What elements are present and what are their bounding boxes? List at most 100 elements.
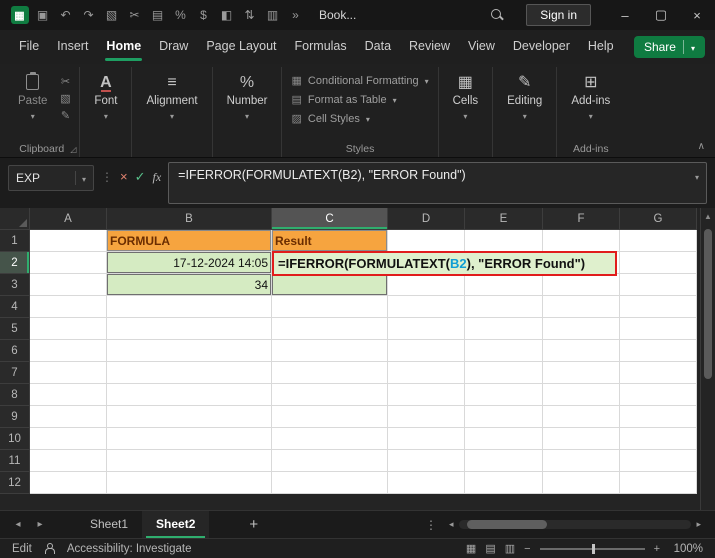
formula-input[interactable]: =IFERROR(FORMULATEXT(B2), "ERROR Found")	[168, 162, 707, 204]
fill-color-icon[interactable]: ◧	[215, 4, 238, 26]
share-button[interactable]: Share	[634, 36, 705, 58]
percent-style-icon[interactable]: %	[169, 4, 192, 26]
zoom-slider[interactable]	[540, 548, 645, 550]
format-painter-button[interactable]: ✎	[56, 109, 74, 122]
cell-A7[interactable]	[30, 362, 107, 384]
cells-button[interactable]: ▦ Cells	[444, 69, 488, 127]
row-header-9[interactable]: 9	[0, 406, 30, 428]
freeze-panes-icon[interactable]: ▥	[261, 4, 284, 26]
undo-icon[interactable]: ↶	[54, 4, 77, 26]
cell-G10[interactable]	[620, 428, 697, 450]
cell-D5[interactable]	[388, 318, 465, 340]
cell-B6[interactable]	[107, 340, 272, 362]
more-commands-icon[interactable]: »	[284, 4, 307, 26]
cell-A3[interactable]	[30, 274, 107, 296]
cell-D3[interactable]	[388, 274, 465, 296]
ribbon-tab-help[interactable]: Help	[579, 30, 623, 64]
vertical-scroll-thumb[interactable]	[704, 229, 712, 379]
row-header-10[interactable]: 10	[0, 428, 30, 450]
scroll-right-icon[interactable]: ▸	[696, 519, 701, 530]
previous-sheet-icon[interactable]: ◂	[8, 519, 28, 530]
cancel-entry-button[interactable]: ×	[120, 169, 128, 184]
cell-G6[interactable]	[620, 340, 697, 362]
row-header-2[interactable]: 2	[0, 252, 30, 274]
format-as-table-button[interactable]: ▤ Format as Table	[287, 90, 432, 109]
sign-in-button[interactable]: Sign in	[526, 4, 591, 26]
cell-B5[interactable]	[107, 318, 272, 340]
cell-C6[interactable]	[272, 340, 388, 362]
cell-F3[interactable]	[543, 274, 620, 296]
cell-F5[interactable]	[543, 318, 620, 340]
column-header-C[interactable]: C	[272, 208, 388, 230]
cell-D12[interactable]	[388, 472, 465, 494]
cell-F8[interactable]	[543, 384, 620, 406]
cell-A9[interactable]	[30, 406, 107, 428]
column-header-B[interactable]: B	[107, 208, 272, 230]
cell-A6[interactable]	[30, 340, 107, 362]
row-header-4[interactable]: 4	[0, 296, 30, 318]
horizontal-scroll-track[interactable]	[459, 520, 692, 529]
ribbon-tab-draw[interactable]: Draw	[150, 30, 197, 64]
alignment-button[interactable]: ≡ Alignment	[137, 69, 206, 127]
conditional-formatting-button[interactable]: ▦ Conditional Formatting	[287, 71, 432, 90]
cut-icon[interactable]: ✂	[123, 4, 146, 26]
ribbon-tab-developer[interactable]: Developer	[504, 30, 579, 64]
addins-button[interactable]: ⊞ Add-ins	[562, 69, 619, 127]
row-header-1[interactable]: 1	[0, 230, 30, 252]
cell-C5[interactable]	[272, 318, 388, 340]
maximize-button[interactable]: ▢	[643, 0, 679, 30]
cut-button[interactable]: ✂	[56, 75, 74, 88]
currency-style-icon[interactable]: $	[192, 4, 215, 26]
expand-formula-bar-icon[interactable]	[695, 169, 699, 183]
add-sheet-button[interactable]: +	[239, 516, 268, 533]
cell-E9[interactable]	[465, 406, 543, 428]
cell-C4[interactable]	[272, 296, 388, 318]
sort-icon[interactable]: ⇅	[238, 4, 261, 26]
cell-E7[interactable]	[465, 362, 543, 384]
page-break-view-icon[interactable]: ▥	[505, 542, 515, 555]
cell-A8[interactable]	[30, 384, 107, 406]
cell-G4[interactable]	[620, 296, 697, 318]
editing-button[interactable]: ✎ Editing	[498, 69, 551, 127]
cell-A10[interactable]	[30, 428, 107, 450]
number-button[interactable]: % Number	[218, 69, 277, 127]
cell-G1[interactable]	[620, 230, 697, 252]
insert-function-button[interactable]: fx	[153, 170, 162, 185]
cell-B12[interactable]	[107, 472, 272, 494]
cell-D1[interactable]	[388, 230, 465, 252]
search-icon[interactable]	[490, 8, 504, 22]
row-header-6[interactable]: 6	[0, 340, 30, 362]
page-layout-view-icon[interactable]: ▤	[485, 542, 495, 555]
cell-F10[interactable]	[543, 428, 620, 450]
cell-C11[interactable]	[272, 450, 388, 472]
ribbon-tab-review[interactable]: Review	[400, 30, 459, 64]
cell-A12[interactable]	[30, 472, 107, 494]
dialog-launcher-icon[interactable]	[70, 145, 76, 154]
normal-view-icon[interactable]: ▦	[466, 542, 476, 555]
cell-G7[interactable]	[620, 362, 697, 384]
sheet-options-icon[interactable]: ⋮	[419, 518, 443, 532]
cell-B1[interactable]: FORMULA	[107, 230, 272, 252]
close-button[interactable]: ×	[679, 0, 715, 30]
cell-D10[interactable]	[388, 428, 465, 450]
accessibility-status[interactable]: Accessibility: Investigate	[67, 543, 192, 555]
minimize-button[interactable]: –	[607, 0, 643, 30]
cell-A2[interactable]	[30, 252, 107, 274]
confirm-entry-button[interactable]: ✓	[135, 169, 146, 185]
ribbon-tab-page-layout[interactable]: Page Layout	[197, 30, 285, 64]
copy-icon[interactable]: ▧	[100, 4, 123, 26]
cell-E3[interactable]	[465, 274, 543, 296]
cell-A1[interactable]	[30, 230, 107, 252]
cell-E5[interactable]	[465, 318, 543, 340]
cell-F7[interactable]	[543, 362, 620, 384]
cell-G5[interactable]	[620, 318, 697, 340]
cell-A11[interactable]	[30, 450, 107, 472]
cell-C10[interactable]	[272, 428, 388, 450]
cell-G11[interactable]	[620, 450, 697, 472]
cell-edit-overlay-C2[interactable]: =IFERROR(FORMULATEXT(B2), "ERROR Found")	[272, 251, 617, 276]
horizontal-scroll-thumb[interactable]	[467, 520, 547, 529]
scroll-left-icon[interactable]: ◂	[449, 519, 454, 530]
next-sheet-icon[interactable]: ▸	[30, 519, 50, 530]
cell-G12[interactable]	[620, 472, 697, 494]
cell-C3[interactable]	[272, 274, 388, 296]
